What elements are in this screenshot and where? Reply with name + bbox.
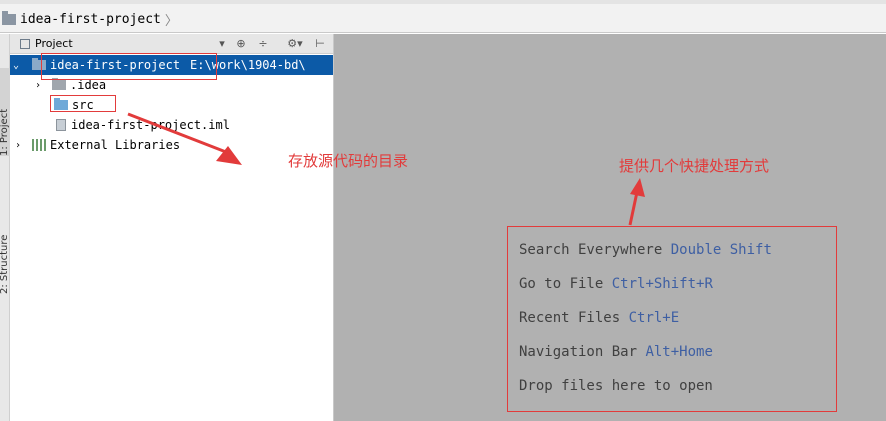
chevron-right-icon: 〉: [164, 13, 178, 29]
locate-icon[interactable]: ⊕: [233, 36, 249, 51]
tree-item-label: .idea: [70, 78, 107, 92]
chevron-right-icon[interactable]: ›: [32, 80, 44, 91]
hint-text: Recent Files: [519, 310, 621, 326]
tree-item-label: External Libraries: [50, 138, 181, 152]
hint-text: Go to File: [519, 276, 604, 292]
hint-shortcut: Double Shift: [670, 242, 772, 258]
file-icon: [56, 119, 66, 131]
annotation-box-src: [50, 95, 116, 112]
navigation-bar: idea-first-project 〉: [0, 0, 886, 33]
tool-window-strip: 1: Project 2: Structure: [0, 34, 11, 421]
hint-text: Search Everywhere: [519, 242, 663, 258]
project-icon: [20, 38, 30, 49]
breadcrumb-project[interactable]: idea-first-project: [20, 12, 161, 27]
library-icon: [32, 139, 46, 151]
annotation-box-root: [41, 53, 217, 80]
tree-item-label: idea-first-project.iml: [71, 118, 230, 132]
annotation-src-note: 存放源代码的目录: [288, 152, 409, 170]
gear-icon[interactable]: ⚙▾: [284, 36, 306, 51]
menu-remnant: [0, 0, 886, 4]
view-dropdown-icon[interactable]: ▾: [214, 36, 230, 51]
hint-row: Search Everywhere Double Shift: [519, 242, 772, 258]
hide-panel-icon[interactable]: ⊢: [312, 36, 328, 51]
hint-row: Recent Files Ctrl+E: [519, 310, 679, 326]
collapse-all-icon[interactable]: ÷: [255, 36, 271, 51]
tree-item-iml[interactable]: idea-first-project.iml: [10, 115, 333, 135]
hint-row: Navigation Bar Alt+Home: [519, 344, 713, 360]
hint-row: Go to File Ctrl+Shift+R: [519, 276, 713, 292]
annotation-hints-note: 提供几个快捷处理方式: [619, 157, 770, 175]
project-panel-title[interactable]: Project: [35, 37, 73, 50]
project-panel-header: Project ▾ ⊕ ÷ ⚙▾ ⊢: [10, 34, 333, 54]
hint-row: Drop files here to open: [519, 378, 713, 394]
folder-icon: [52, 78, 66, 90]
hint-text: Drop files here to open: [519, 378, 713, 394]
hint-shortcut: Alt+Home: [645, 344, 713, 360]
tree-item-external-libraries[interactable]: › External Libraries: [10, 135, 333, 155]
breadcrumb[interactable]: idea-first-project 〉: [0, 10, 178, 29]
folder-icon: [2, 10, 16, 25]
editor-hints: Search Everywhere Double Shift Go to Fil…: [507, 226, 837, 412]
chevron-right-icon[interactable]: ›: [12, 140, 24, 151]
hint-shortcut: Ctrl+Shift+R: [611, 276, 713, 292]
chevron-down-icon[interactable]: ⌄: [10, 60, 22, 71]
hint-shortcut: Ctrl+E: [628, 310, 680, 326]
hint-text: Navigation Bar: [519, 344, 638, 360]
project-panel: Project ▾ ⊕ ÷ ⚙▾ ⊢ ⌄ idea-first-project …: [10, 34, 334, 421]
